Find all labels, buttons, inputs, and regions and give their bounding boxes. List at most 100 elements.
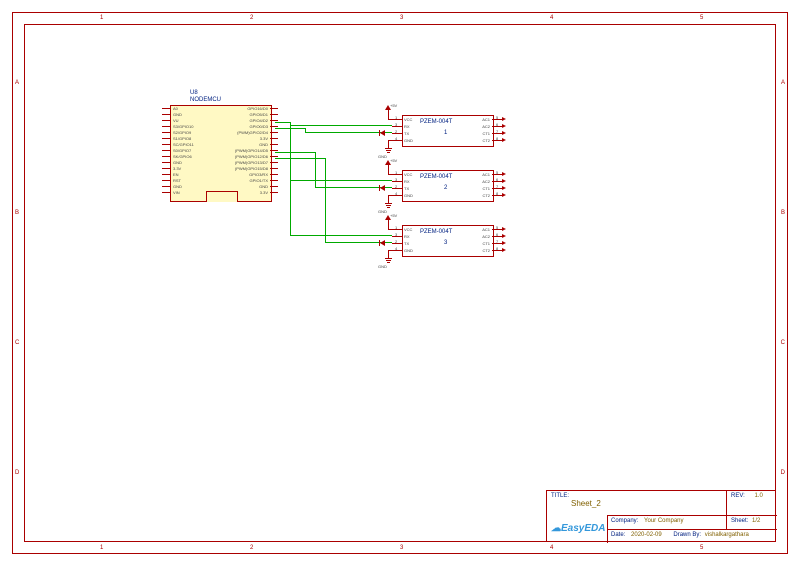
divider <box>607 515 608 543</box>
mcu-pin-left: GND <box>173 184 182 189</box>
pzem-pin-num: 6 <box>496 177 498 182</box>
wire <box>290 125 392 126</box>
ruler-row: D <box>781 470 785 476</box>
pin-stub <box>162 126 170 127</box>
pzem-1-part: PZEM-004T <box>420 119 452 125</box>
pzem-pin-num: 4 <box>395 246 397 251</box>
ruler-col: 4 <box>550 15 553 21</box>
pin-stub <box>270 192 278 193</box>
sheet-label: Sheet: <box>731 518 748 524</box>
arrow-icon <box>502 124 506 128</box>
vcc-label: +5V <box>390 213 397 218</box>
pzem-pin-num: 7 <box>496 184 498 189</box>
mcu-pin-right: GPIO4/D2 <box>250 118 268 123</box>
pzem-pin-num: 7 <box>496 129 498 134</box>
pzem-pin-num: 5 <box>496 170 498 175</box>
pzem-pin-right: AC1 <box>482 227 490 232</box>
pzem-pin-num: 8 <box>496 136 498 141</box>
ruler-row: A <box>15 80 19 86</box>
pzem-pin-right: CT1 <box>482 241 490 246</box>
mcu-pin-left: VU <box>173 118 179 123</box>
mcu-pin-left: S3/GPIO10 <box>173 124 193 129</box>
gnd-icon <box>387 207 390 208</box>
mcu-pin-left: SC/GPIO11 <box>173 142 194 147</box>
pzem-pin-right: AC1 <box>482 117 490 122</box>
vcc-label: +5V <box>390 103 397 108</box>
mcu-pin-right: GND <box>259 142 268 147</box>
pzem-pin-left: VCC <box>404 172 412 177</box>
pin-stub <box>270 156 278 157</box>
ruler-col: 5 <box>700 15 703 21</box>
schematic-sheet: 1 2 3 4 5 1 2 3 4 5 A B C D A B C D U8 N… <box>0 0 800 566</box>
mcu-pin-left: S2/GPIO9 <box>173 130 191 135</box>
mcu-pin-right: GPIO3/RX <box>249 172 268 177</box>
gnd-label: GND <box>378 264 387 269</box>
mcu-pin-right: GPIO0/D3 <box>250 124 268 129</box>
pzem-pin-num: 3 <box>395 232 397 237</box>
mcu-pin-right: GPIO1/TX <box>250 178 268 183</box>
gnd-icon <box>386 260 391 261</box>
pin-stub <box>162 132 170 133</box>
pzem-3-part: PZEM-004T <box>420 229 452 235</box>
pzem-pin-num: 6 <box>496 122 498 127</box>
pin-stub <box>162 180 170 181</box>
mcu-pin-right: GND <box>259 184 268 189</box>
mcu-pin-right: 3.3V <box>260 136 268 141</box>
wire <box>290 122 291 235</box>
pzem-pin-num: 1 <box>395 225 397 230</box>
pzem-pin-left: TX <box>404 241 409 246</box>
pin-stub <box>270 186 278 187</box>
pzem-pin-left: TX <box>404 131 409 136</box>
mcu-pin-right: (PWM)GPIO13/D7 <box>235 160 268 165</box>
pzem-pin-num: 2 <box>395 184 397 189</box>
ruler-col: 2 <box>250 15 253 21</box>
pin-stub <box>162 150 170 151</box>
pzem-pin-num: 5 <box>496 115 498 120</box>
ruler-row: B <box>15 210 19 216</box>
gnd-icon <box>387 152 390 153</box>
inner-frame <box>24 24 776 542</box>
pzem-pin-right: CT2 <box>482 248 490 253</box>
mcu-pin-right: (PWM)GPIO12/D6 <box>235 154 268 159</box>
gnd-icon <box>385 258 392 259</box>
gnd-label: GND <box>378 154 387 159</box>
mcu-pin-right: (PWM)GPIO2/D4 <box>237 130 268 135</box>
pin-stub <box>270 120 278 121</box>
date-label: Date: <box>611 532 625 538</box>
pin-stub <box>162 168 170 169</box>
ruler-col: 3 <box>400 15 403 21</box>
mcu-pin-left: EN <box>173 172 179 177</box>
pzem-pin-right: CT1 <box>482 186 490 191</box>
arrow-icon <box>502 179 506 183</box>
pzem-2-part: PZEM-004T <box>420 174 452 180</box>
company-value: Your Company <box>644 518 683 524</box>
pzem-pin-left: GND <box>404 193 413 198</box>
pin-stub <box>270 162 278 163</box>
diode-icon <box>380 240 385 246</box>
ruler-col: 1 <box>100 15 103 21</box>
pzem-1-ref: 1 <box>444 130 447 136</box>
ruler-col: 5 <box>700 545 703 551</box>
diode-icon <box>380 130 385 136</box>
pin-stub <box>270 126 278 127</box>
pin-stub <box>270 132 278 133</box>
pzem-pin-num: 7 <box>496 239 498 244</box>
wire <box>290 180 392 181</box>
drawn-label: Drawn By: <box>673 532 701 538</box>
mcu-pin-left: S0/GPIO7 <box>173 148 191 153</box>
pzem-pin-left: RX <box>404 234 410 239</box>
vcc-stub <box>388 219 389 229</box>
pzem-pin-right: AC2 <box>482 124 490 129</box>
pin-stub <box>162 162 170 163</box>
pin-stub <box>162 108 170 109</box>
arrow-icon <box>502 241 506 245</box>
mcu-pin-right: 3.3V <box>260 190 268 195</box>
rev-value: 1.0 <box>754 493 762 499</box>
ruler-col: 4 <box>550 545 553 551</box>
drawn-value: vishalkargathara <box>705 532 749 538</box>
wire <box>275 128 305 129</box>
pzem-pin-num: 8 <box>496 191 498 196</box>
pzem-pin-num: 4 <box>395 191 397 196</box>
ruler-row: A <box>781 80 785 86</box>
pin-stub <box>270 144 278 145</box>
